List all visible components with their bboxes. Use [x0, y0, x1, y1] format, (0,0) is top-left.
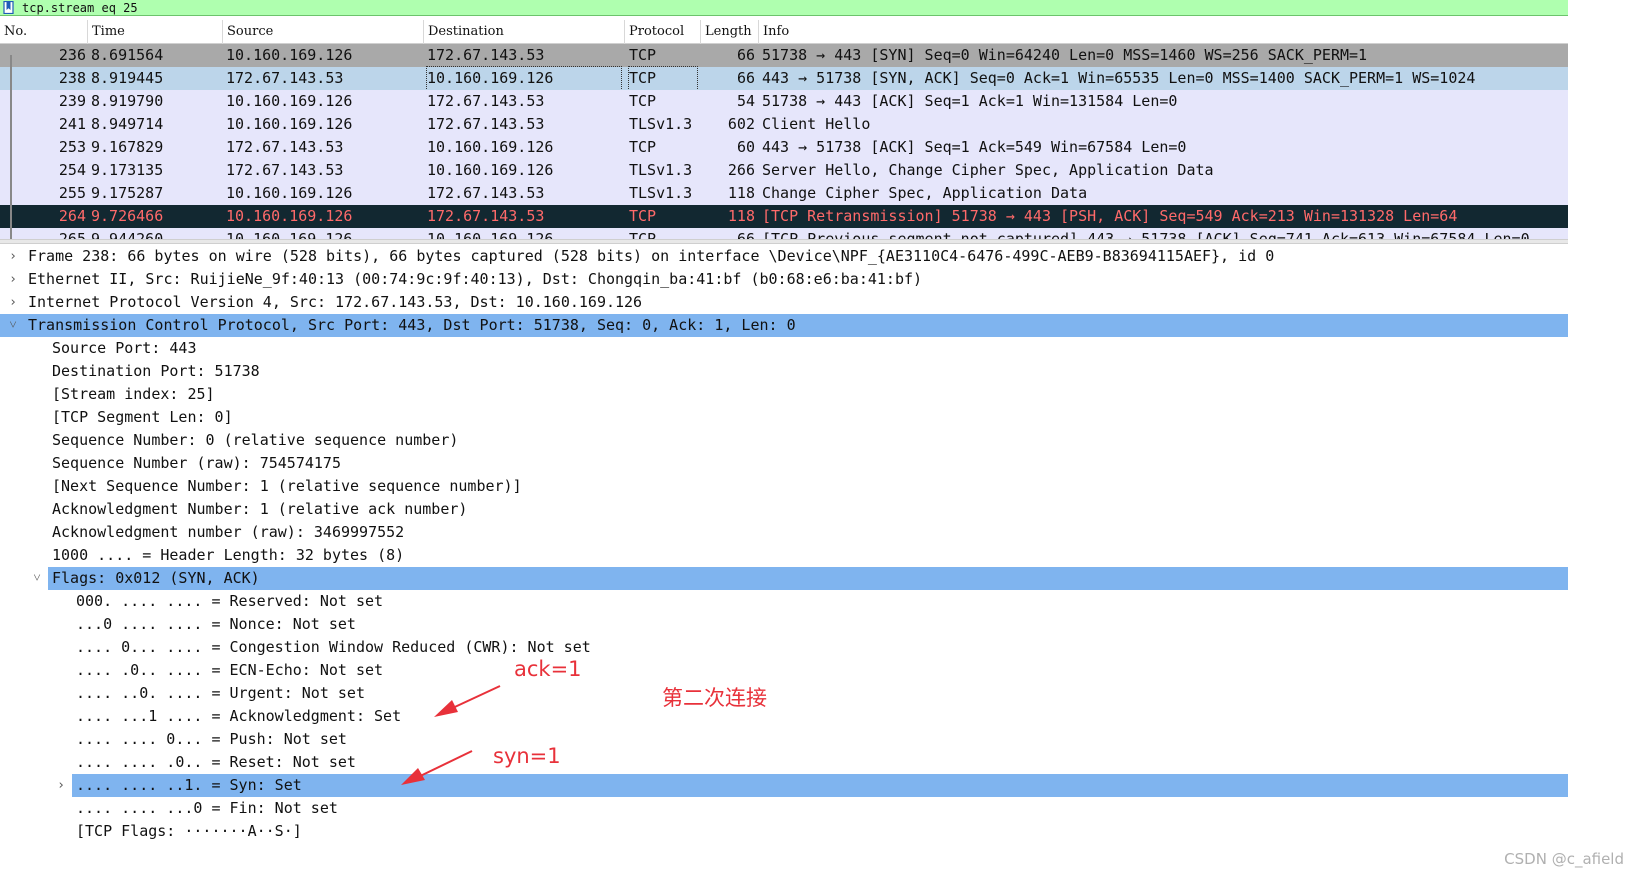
annotation-ack-label: ack=1	[514, 657, 582, 681]
annotation-second-handshake: 第二次连接	[662, 686, 767, 710]
arrow-ack-head	[434, 700, 458, 717]
annotation-syn-label: syn=1	[493, 744, 561, 768]
arrow-syn-head	[401, 768, 425, 785]
annotation-arrows	[401, 685, 501, 785]
watermark: CSDN @c_afield	[1504, 850, 1624, 868]
